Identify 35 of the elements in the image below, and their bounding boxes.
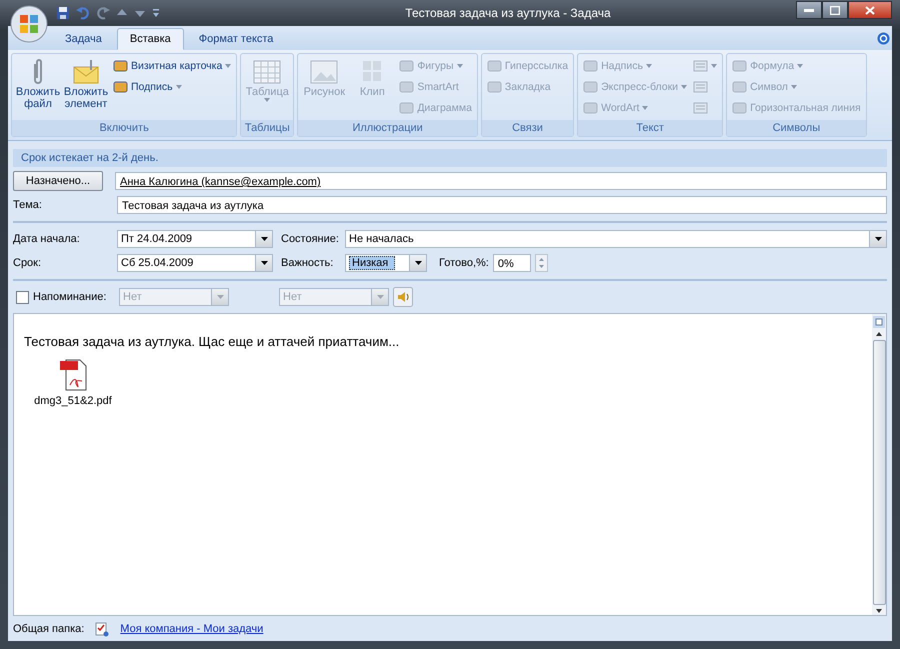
ribbon-tab[interactable]: Формат текста xyxy=(186,28,286,50)
assignee-field[interactable]: Анна Калюгина (kannse@example.com) xyxy=(115,172,887,190)
group-label: Иллюстрации xyxy=(298,120,477,136)
field-label: Состояние: xyxy=(281,233,340,245)
ribbon-button[interactable]: Вложить элемент xyxy=(63,56,109,118)
task-body[interactable]: Тестовая задача из аутлука. Щас еще и аттачей приаттачим... dmg3_51&2.pdf xyxy=(13,313,887,616)
group-label: Включить xyxy=(12,120,236,136)
field-label: Срок: xyxy=(13,257,42,269)
ribbon-button[interactable]: Визитная карточка xyxy=(111,56,234,76)
window-title: Тестовая задача из аутлука - Задача xyxy=(404,6,612,20)
field-label: Тема: xyxy=(13,199,43,211)
field-label: Важность: xyxy=(281,257,334,269)
priority-dropdown[interactable]: Низкая xyxy=(345,254,427,272)
group-label: Символы xyxy=(727,120,866,136)
percent-field[interactable]: 0% xyxy=(492,254,531,272)
status-dropdown[interactable]: Не началась xyxy=(345,230,887,248)
attachment-name[interactable]: dmg3_51&2.pdf xyxy=(34,395,112,407)
ribbon-button[interactable]: Подпись xyxy=(111,77,234,97)
body-text: Тестовая задача из аутлука. Щас еще и аттачей приаттачим... xyxy=(24,334,400,349)
group-label: Связи xyxy=(482,120,574,136)
start-date-dropdown[interactable]: Пт 24.04.2009 xyxy=(117,230,273,248)
group-label: Текст xyxy=(578,120,722,136)
group-label: Таблицы xyxy=(241,120,294,136)
field-label: Готово,%: xyxy=(439,257,489,269)
assigned-button[interactable]: Назначено... xyxy=(13,171,103,191)
due-date-dropdown[interactable]: Сб 25.04.2009 xyxy=(117,254,273,272)
field-label: Дата начала: xyxy=(13,233,81,245)
ribbon-tab[interactable]: Задача xyxy=(52,28,115,50)
info-bar: Срок истекает на 2-й день. xyxy=(13,149,887,167)
field-label: Напоминание: xyxy=(33,291,108,303)
folder-link[interactable]: Моя компания - Мои задачи xyxy=(120,623,264,635)
subject-field[interactable]: Тестовая задача из аутлука xyxy=(117,196,887,214)
ribbon-button[interactable]: Вложить файл xyxy=(15,56,61,118)
field-label: Общая папка: xyxy=(13,623,84,635)
ribbon-tab[interactable]: Вставка xyxy=(116,28,184,50)
